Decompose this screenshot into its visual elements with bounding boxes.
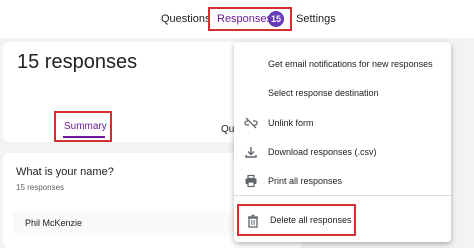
menu-item-label: Select response destination [268,88,379,98]
menu-item-select-destination[interactable]: Select response destination [234,80,451,106]
summary-tab-label[interactable]: Summary [64,121,107,132]
menu-item-label: Unlink form [268,118,314,128]
menu-item-label: Download responses (.csv) [268,147,377,157]
menu-item-label: Print all responses [268,176,343,186]
link-off-icon [244,116,258,130]
trash-icon [246,214,260,228]
question-response-count: 15 responses [16,183,65,192]
summary-tab-indicator [63,136,105,138]
tab-responses-label[interactable]: Responses [217,13,272,25]
menu-item-label: Get email notifications for new response… [268,59,433,69]
responses-title: 15 responses [17,51,138,73]
download-icon [244,145,258,159]
top-tab-bar: Questions Responses 15 Settings [0,0,474,38]
responses-count-badge: 15 [268,11,284,27]
menu-item-unlink-form[interactable]: Unlink form [234,110,451,136]
menu-item-email-notifications[interactable]: Get email notifications for new response… [234,51,451,77]
summary-tab[interactable]: Summary [54,111,112,142]
tab-settings[interactable]: Settings [296,13,336,25]
menu-item-delete-all[interactable]: Delete all responses [237,204,356,236]
menu-item-download-csv[interactable]: Download responses (.csv) [234,139,451,165]
print-icon [244,174,258,188]
responses-more-menu: Get email notifications for new response… [234,42,451,242]
tab-questions[interactable]: Questions [161,13,211,25]
menu-divider [234,195,451,196]
menu-item-label: Delete all responses [270,215,352,225]
menu-item-print[interactable]: Print all responses [234,168,451,194]
tab-responses[interactable]: Responses 15 [208,7,292,31]
question-title: What is your name? [16,166,114,178]
tab-question-partial[interactable]: Qu [221,124,234,135]
answer-text: Phil McKenzie [25,218,83,228]
